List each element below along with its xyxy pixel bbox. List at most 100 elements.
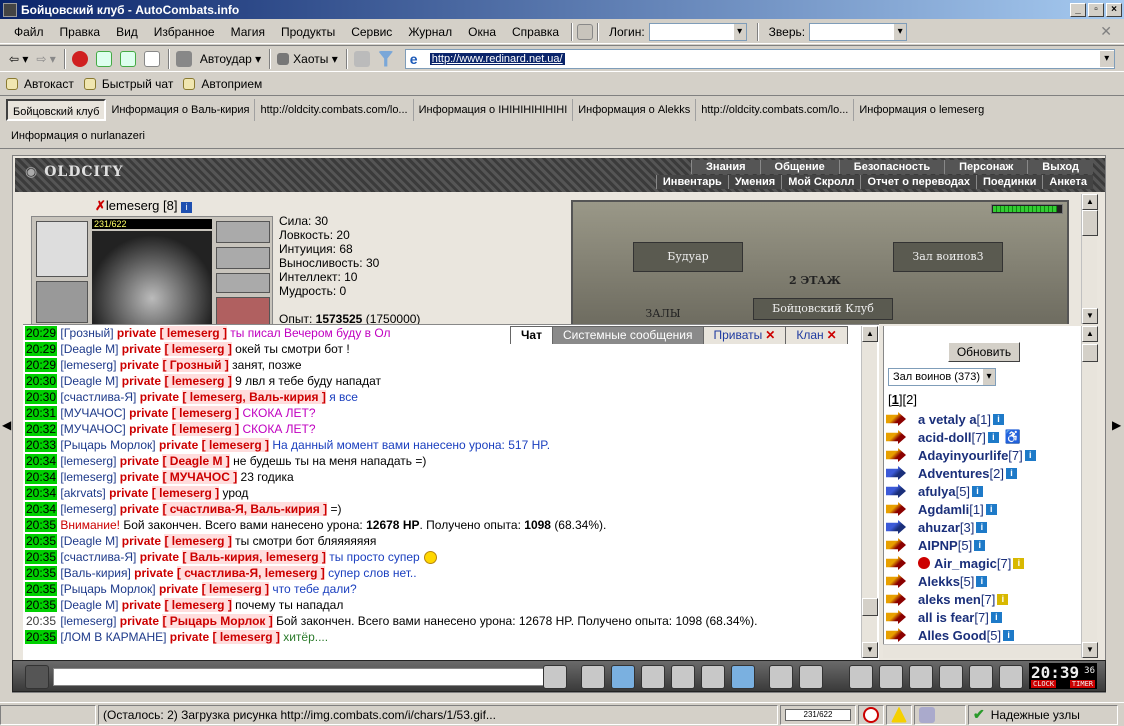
stop-button[interactable] <box>69 48 91 70</box>
chat-timestamp[interactable]: 20:34 <box>25 502 58 516</box>
helmet-button[interactable] <box>799 665 823 689</box>
chat-recipients[interactable]: [ Валь-кирия, lemeserg ] <box>182 550 326 564</box>
status-clock-icon[interactable] <box>858 704 884 725</box>
room-select[interactable]: Зал воинов (373) <box>888 368 996 386</box>
chat-timestamp[interactable]: 20:30 <box>25 374 58 388</box>
chat-sender[interactable]: [счастлива-Я] <box>60 390 136 404</box>
info-icon[interactable]: i <box>997 593 1009 605</box>
chat-sender[interactable]: [МУЧАЧОС] <box>60 422 125 436</box>
chat-sender[interactable]: [Рыцарь Морлок] <box>60 438 155 452</box>
reload-button[interactable] <box>117 48 139 70</box>
chat-sender[interactable]: [МУЧАЧОС] <box>60 406 125 420</box>
room-warriors-hall[interactable]: Зал воинов3 <box>893 242 1003 272</box>
user-name[interactable]: Alekks <box>918 574 960 589</box>
close-button[interactable]: × <box>1106 2 1122 17</box>
nav-my-scroll[interactable]: Мой Скролл <box>781 175 861 189</box>
nav-exit[interactable]: Выход <box>1027 160 1093 174</box>
chat-timestamp[interactable]: 20:35 <box>25 582 58 596</box>
nav-skills[interactable]: Умения <box>727 175 782 189</box>
chat-sender[interactable]: [Deagle M] <box>60 534 118 548</box>
back-button[interactable]: ⇦ ▾ <box>6 48 31 70</box>
chat-timestamp[interactable]: 20:35 <box>25 614 57 628</box>
timer-label[interactable]: TIMER <box>1069 680 1095 688</box>
menu-file[interactable]: Файл <box>6 25 52 39</box>
chat-recipients[interactable]: [ lemeserg ] <box>151 486 220 500</box>
left-collapse-arrow[interactable]: ◀ <box>2 418 12 440</box>
filter-toggle-button[interactable] <box>611 665 635 689</box>
attack-icon[interactable] <box>886 466 906 480</box>
nav-character[interactable]: Персонаж <box>944 160 1028 174</box>
chat-recipients[interactable]: [ lemeserg ] <box>201 438 270 452</box>
chat-recipients[interactable]: [ МУЧАЧОС ] <box>162 470 238 484</box>
autoudar-button[interactable]: Автоудар ▾ <box>197 48 264 70</box>
chat-scrollbar[interactable]: ▲ ▼ <box>861 326 878 658</box>
chat-sender[interactable]: [lemeserg] <box>60 454 116 468</box>
menu-edit[interactable]: Правка <box>52 25 109 39</box>
tab-system-messages[interactable]: Системные сообщения <box>551 326 704 344</box>
menu-service[interactable]: Сервис <box>343 25 400 39</box>
address-url[interactable]: http://www.redinard.net.ua/ <box>429 52 565 65</box>
bracers-slot[interactable] <box>36 281 88 323</box>
chat-recipients[interactable]: [ lemeserg ] <box>171 422 240 436</box>
address-bar[interactable]: e http://www.redinard.net.ua/ <box>404 48 1115 69</box>
chat-timestamp[interactable]: 20:34 <box>25 454 58 468</box>
chat-timestamp[interactable]: 20:32 <box>25 422 58 436</box>
scroll-thumb[interactable] <box>862 598 878 616</box>
nav-knowledge[interactable]: Знания <box>691 160 760 174</box>
chat-recipients[interactable]: [ lemeserg ] <box>212 630 280 644</box>
users-scrollbar[interactable]: ▲ ▼ <box>1081 326 1098 658</box>
tab-oldcity-2[interactable]: http://oldcity.combats.com/lo... <box>696 99 855 121</box>
chat-recipients[interactable]: [ lemeserg, Валь-кирия ] <box>182 390 326 404</box>
chat-sender[interactable]: [счастлива-Я] <box>60 550 136 564</box>
nav-profile[interactable]: Анкета <box>1042 175 1093 189</box>
tab-info-ihi[interactable]: Информация о IHIHIHIHIHIHI <box>414 99 574 121</box>
info-icon[interactable]: i <box>993 413 1005 425</box>
chat-recipients[interactable]: [ lemeserg ] <box>164 534 232 548</box>
chat-sender[interactable]: [lemeserg] <box>60 502 116 516</box>
attack-icon[interactable] <box>886 484 906 498</box>
chat-recipients[interactable]: [ Грозный ] <box>162 358 229 372</box>
translit-button[interactable] <box>731 665 755 689</box>
chat-recipients[interactable]: [ счастлива-Я, lemeserg ] <box>176 566 325 580</box>
chat-recipients[interactable]: [ lemeserg ] <box>164 374 232 388</box>
user-name[interactable]: aleks men <box>918 592 981 607</box>
chat-timestamp[interactable]: 20:34 <box>25 470 58 484</box>
clear-button[interactable] <box>581 665 605 689</box>
chat-timestamp[interactable]: 20:35 <box>25 630 58 644</box>
tab-fight-club[interactable]: Бойцовский клуб <box>6 99 107 121</box>
info-icon[interactable]: i <box>1003 629 1015 641</box>
room-halls[interactable]: ЗАЛЫ <box>633 306 693 324</box>
user-name[interactable]: afulya <box>918 484 956 499</box>
page-button[interactable] <box>141 48 163 70</box>
info-icon[interactable]: i <box>1024 449 1036 461</box>
helmet-slot[interactable] <box>36 221 88 277</box>
chat-timestamp[interactable]: 20:35 <box>25 550 58 564</box>
chat-sender[interactable]: [lemeserg] <box>60 614 116 628</box>
attack-icon[interactable] <box>886 520 906 534</box>
attack-icon[interactable] <box>886 430 906 444</box>
chat-sender[interactable]: [ЛОМ В КАРМАНЕ] <box>60 630 166 644</box>
bzb-icon[interactable] <box>577 23 594 40</box>
info-icon[interactable]: i <box>974 539 986 551</box>
chat-sender[interactable]: [Deagle M] <box>60 374 118 388</box>
menu-favorites[interactable]: Избранное <box>146 25 223 39</box>
room-fight-club[interactable]: Бойцовский Клуб <box>753 298 893 320</box>
right-collapse-arrow[interactable]: ▶ <box>1112 418 1122 440</box>
attack-icon[interactable] <box>886 412 906 426</box>
ring-slot-3[interactable] <box>216 273 270 293</box>
chat-recipients[interactable]: [ lemeserg ] <box>159 326 227 340</box>
chat-recipients[interactable]: [ lemeserg ] <box>164 342 232 356</box>
clock-label[interactable]: CLOCK <box>1031 680 1057 688</box>
chat-timestamp[interactable]: 20:35 <box>25 534 58 548</box>
page-2[interactable]: 2 <box>906 392 913 407</box>
info-icon[interactable]: i <box>972 485 984 497</box>
users-hscrollbar[interactable] <box>883 644 1081 658</box>
user-name[interactable]: acid-doll <box>918 430 971 445</box>
info-icon[interactable]: i <box>1006 467 1017 479</box>
tools-button[interactable] <box>173 48 195 70</box>
nav-fights[interactable]: Поединки <box>976 175 1043 189</box>
menu-products[interactable]: Продукты <box>273 25 343 39</box>
info-icon[interactable]: i <box>976 575 988 587</box>
scroll-thumb[interactable] <box>1082 210 1098 236</box>
status-network-icon[interactable] <box>914 704 966 725</box>
